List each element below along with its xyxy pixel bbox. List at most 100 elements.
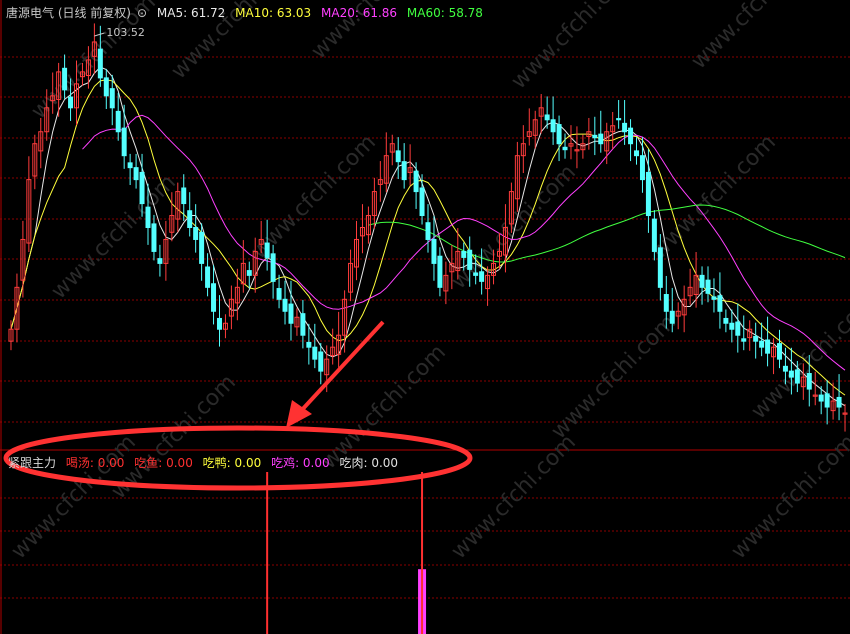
indicator-header: 紧跟主力 喝汤: 0.00 吃鱼: 0.00 吃鸭: 0.00 吃鸡: 0.00… [8,454,404,471]
candle-body-111 [669,310,675,324]
candle-body-139 [836,396,842,408]
candle-body-134 [806,373,812,390]
candle-body-107 [645,171,651,217]
candle-body-122 [735,321,741,336]
candle-body-92 [556,124,562,145]
candle-body-30 [187,210,193,228]
candle-body-66 [401,161,407,181]
candle-body-65 [395,150,401,163]
grid [0,0,850,634]
watermark-text-3: www.cfchi.com [507,0,641,94]
candle-body-68 [413,170,419,193]
indicator-bars [266,472,427,634]
arrow-shaft [298,320,385,414]
candle-body-49 [300,313,306,336]
watermark-text-7: www.cfchi.com [447,160,581,294]
candle-body-24 [151,223,157,252]
candle-body-23 [145,206,151,228]
candle-body-22 [139,171,145,205]
indicator-item-chirou: 吃肉: 0.00 [339,456,399,470]
candle-body-20 [127,162,133,169]
chart-canvas: www.cfchi.com www.cfchi.com www.cfchi.com w… [0,0,850,634]
watermark-text-5: www.cfchi.com [47,170,181,304]
candle-body-104 [628,127,634,145]
candle-body-91 [550,119,556,133]
candle-body-25 [157,258,163,264]
candle-body-110 [663,294,669,312]
candle-body-46 [282,298,288,312]
candle-body-78 [473,272,479,276]
indicator-bar-2-0 [421,472,424,634]
ma20-label: MA20: 61.86 [321,6,398,20]
candle-body-126 [759,340,765,348]
candle-body-44 [270,253,276,282]
candle-body-9 [62,67,68,91]
main-chart-header: 唐源电气 (日线 前复权) ⊙ MA5: 61.72 MA10: 63.03 MA… [6,4,489,21]
candle-body-120 [723,317,729,324]
stock-title: 唐源电气 (日线 前复权) [6,6,131,20]
candle-body-125 [753,335,759,342]
candle-body-50 [306,341,312,348]
candle-body-93 [562,146,568,151]
indicator-item-chiji: 吃鸡: 0.00 [271,456,330,470]
candle-body-10 [68,96,74,109]
candle-body-119 [717,295,723,312]
candle-body-51 [312,346,318,360]
candle-body-69 [419,187,425,217]
candle-body-130 [782,365,788,372]
candle-body-16 [103,77,109,97]
candle-body-99 [598,133,604,145]
candle-body-79 [479,271,485,282]
candle-body-40 [246,270,252,276]
ma10-label: MA10: 63.03 [235,6,312,20]
max-price-label: 103.52 [106,26,145,39]
candle-body-72 [437,255,443,288]
candle-body-77 [467,249,473,270]
candle-body-33 [205,266,211,288]
candle-body-47 [288,303,294,324]
candle-body-71 [431,238,437,264]
ma5-label: MA5: 61.72 [156,6,226,20]
candle-body-116 [699,274,705,288]
candle-body-34 [211,283,217,312]
indicator-item-chiyu: 吃鱼: 0.00 [134,456,193,470]
watermark-text-11: www.cfchi.com [547,310,681,444]
candle-body-17 [109,88,115,109]
candle-body-118 [711,296,717,300]
candle-body-45 [276,288,282,300]
candle-body-98 [592,134,598,139]
watermark-text-12: www.cfchi.com [747,290,850,424]
candle-body-15 [97,48,103,79]
candle-body-108 [651,218,657,252]
candle-body-103 [622,122,628,133]
candle-body-121 [729,322,735,330]
chevron-down-icon[interactable]: ⊙ [137,6,147,20]
candle-body-35 [216,317,222,330]
candle-body-70 [425,222,431,240]
candle-body-31 [193,226,199,240]
candle-body-43 [264,242,270,258]
candle-body-105 [634,150,640,157]
candle-body-117 [705,279,711,294]
candle-body-19 [121,127,127,157]
indicator-name: 紧跟主力 [8,456,57,470]
candle-body-102 [616,118,622,121]
candle-body-52 [318,351,324,372]
candle-body-29 [181,187,187,205]
candle-body-106 [639,155,645,181]
indicator-bar-0-0 [266,472,269,634]
candle-body-131 [788,370,794,378]
candle-body-136 [818,394,824,402]
indicator-item-hetang: 喝汤: 0.00 [65,456,125,470]
watermark-text-4: www.cfchi.com [687,0,821,74]
candle-body-109 [657,247,663,288]
candle-body-18 [115,110,121,133]
indicator-item-chiya: 吃鸭: 0.00 [202,456,262,470]
watermark-text-8: www.cfchi.com [647,130,781,264]
candle-body-90 [544,114,550,121]
candle-body-32 [199,231,205,264]
candle-body-132 [794,369,800,384]
candle-body-76 [461,250,467,258]
candle-body-129 [776,343,782,360]
candle-body-127 [765,339,771,354]
